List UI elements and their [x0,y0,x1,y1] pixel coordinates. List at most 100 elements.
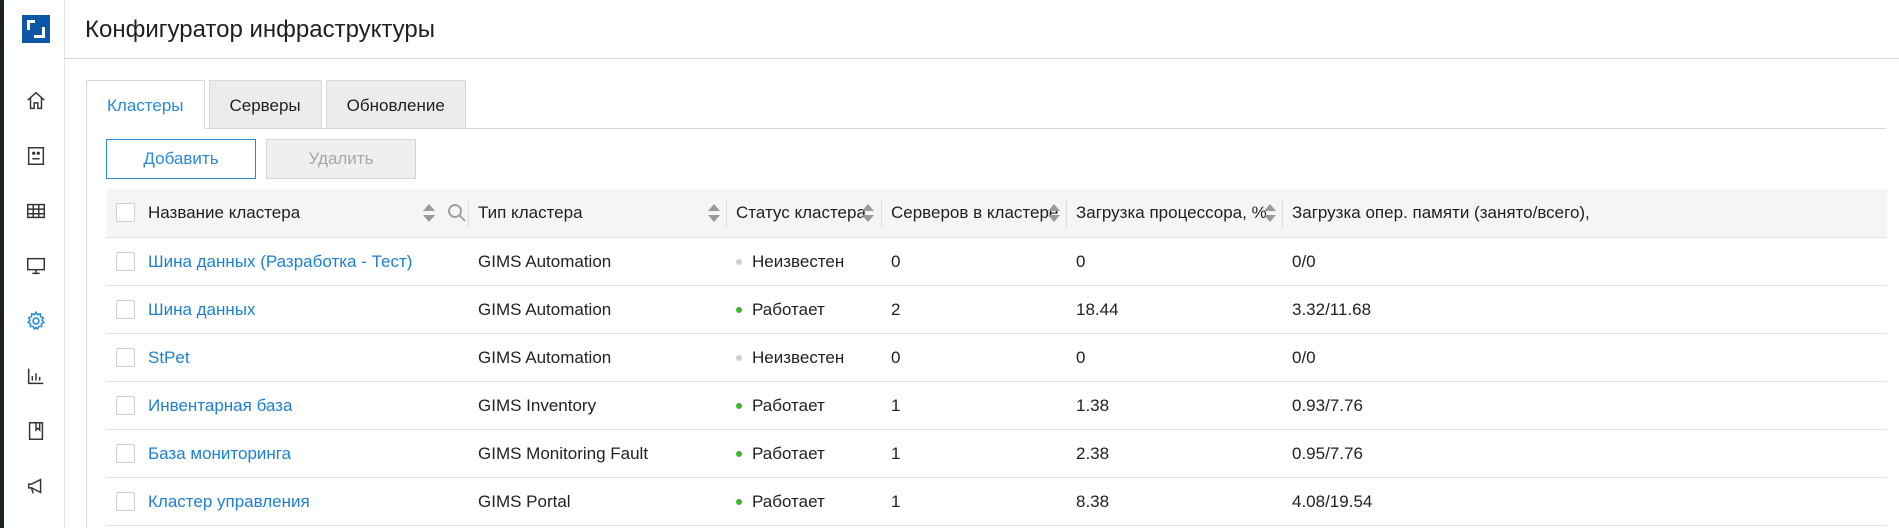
status-label: Неизвестен [752,347,845,367]
tab-servers[interactable]: Серверы [208,80,322,129]
table-header: Название кластера Тип кластера Статус кл… [106,189,1887,238]
status-label: Работает [752,491,825,511]
main-content: Кластеры Серверы Обновление Добавить Уда… [86,80,1887,528]
megaphone-icon[interactable] [24,474,48,498]
server-count: 2 [891,299,901,319]
tab-clusters[interactable]: Кластеры [86,80,205,129]
delete-button[interactable]: Удалить [266,139,416,179]
cpu-load: 0 [1076,251,1086,271]
cluster-type: GIMS Monitoring Fault [478,443,649,463]
column-header-name[interactable]: Название кластера [148,189,300,237]
column-header-cpu[interactable]: Загрузка процессора, % [1076,189,1267,237]
cluster-status: Неизвестен [736,238,844,285]
status-dot [736,402,742,409]
id-card-icon[interactable] [24,144,48,168]
row-checkbox[interactable] [116,443,135,463]
status-dot [736,354,742,361]
cpu-load: 1.38 [1076,395,1110,415]
cluster-name-link[interactable]: Инвентарная база [148,382,292,429]
status-label: Работает [752,443,825,463]
cluster-type: GIMS Portal [478,491,571,511]
memory-load: 0.95/7.76 [1292,443,1363,463]
cluster-name-link[interactable]: StPet [148,334,190,381]
cluster-status: Работает [736,478,825,525]
clusters-panel: Добавить Удалить Название кластера Тип к… [86,128,1887,528]
bookmark-icon[interactable] [24,419,48,443]
column-header-servers[interactable]: Серверов в кластере [891,189,1058,237]
status-dot [736,498,742,505]
app-logo[interactable] [22,15,50,43]
column-header-memory[interactable]: Загрузка опер. памяти (занято/всего), [1292,189,1590,237]
cluster-status: Работает [736,430,825,477]
row-checkbox[interactable] [116,491,135,511]
row-checkbox[interactable] [116,347,135,367]
search-icon[interactable] [446,202,468,224]
column-divider[interactable] [468,199,469,228]
row-checkbox[interactable] [116,251,135,271]
memory-load: 0/0 [1292,347,1316,367]
column-divider[interactable] [1282,199,1283,228]
cpu-load: 18.44 [1076,299,1119,319]
tab-bar: Кластеры Серверы Обновление [86,80,470,129]
cluster-status: Неизвестен [736,334,844,381]
table-row[interactable]: Шина данных GIMS Automation Работает 2 18.44… [106,286,1887,334]
status-label: Работает [752,395,825,415]
table-row[interactable]: Шина данных (Разработка - Тест) GIMS Auto… [106,238,1887,286]
table-icon[interactable] [24,199,48,223]
cluster-type: GIMS Automation [478,299,612,319]
column-divider[interactable] [1066,199,1067,228]
cluster-name-link[interactable]: Шина данных [148,286,256,333]
status-dot [736,450,742,457]
cluster-name-link[interactable]: База мониторинга [148,430,291,477]
cluster-name-link[interactable]: Кластер управления [148,478,310,525]
cluster-status: Работает [736,286,825,333]
gear-icon[interactable] [24,309,48,333]
clusters-table: Название кластера Тип кластера Статус кл… [106,189,1887,526]
select-all-checkbox[interactable] [116,203,135,222]
table-row[interactable]: Кластер управления GIMS Portal Работает 1 8.… [106,478,1887,526]
column-divider[interactable] [881,199,882,228]
server-count: 0 [891,251,901,271]
status-dot [736,258,742,265]
cpu-load: 0 [1076,347,1086,367]
table-row[interactable]: База мониторинга GIMS Monitoring Fault Раб… [106,430,1887,478]
server-count: 1 [891,443,901,463]
status-label: Работает [752,299,825,319]
sort-icon[interactable] [708,203,720,223]
home-icon[interactable] [24,89,48,113]
cluster-status: Работает [736,382,825,429]
column-header-type[interactable]: Тип кластера [478,189,583,237]
add-button[interactable]: Добавить [106,139,256,179]
cpu-load: 2.38 [1076,443,1110,463]
column-header-status[interactable]: Статус кластера [736,189,866,237]
page-header: Конфигуратор инфраструктуры [65,0,1899,59]
row-checkbox[interactable] [116,395,135,415]
memory-load: 4.08/19.54 [1292,491,1373,511]
server-count: 1 [891,395,901,415]
status-dot [736,306,742,313]
sort-icon[interactable] [1264,203,1276,223]
status-label: Неизвестен [752,251,845,271]
cluster-name-link[interactable]: Шина данных (Разработка - Тест) [148,238,412,285]
cpu-load: 8.38 [1076,491,1110,511]
server-count: 1 [891,491,901,511]
server-count: 0 [891,347,901,367]
row-checkbox[interactable] [116,299,135,319]
page-title: Конфигуратор инфраструктуры [85,16,436,43]
sidebar [4,0,65,528]
column-divider[interactable] [726,199,727,228]
sort-icon[interactable] [1048,203,1060,223]
bar-chart-icon[interactable] [24,364,48,388]
tab-updates[interactable]: Обновление [325,80,466,129]
memory-load: 3.32/11.68 [1292,299,1372,319]
sort-icon[interactable] [862,203,874,223]
memory-load: 0/0 [1292,251,1316,271]
monitor-icon[interactable] [24,254,48,278]
cluster-type: GIMS Automation [478,251,612,271]
sort-icon[interactable] [423,203,435,223]
cluster-type: GIMS Automation [478,347,612,367]
cluster-type: GIMS Inventory [478,395,597,415]
memory-load: 0.93/7.76 [1292,395,1363,415]
table-row[interactable]: Инвентарная база GIMS Inventory Работает 1 1… [106,382,1887,430]
table-row[interactable]: StPet GIMS Automation Неизвестен 0 0 0/0 [106,334,1887,382]
